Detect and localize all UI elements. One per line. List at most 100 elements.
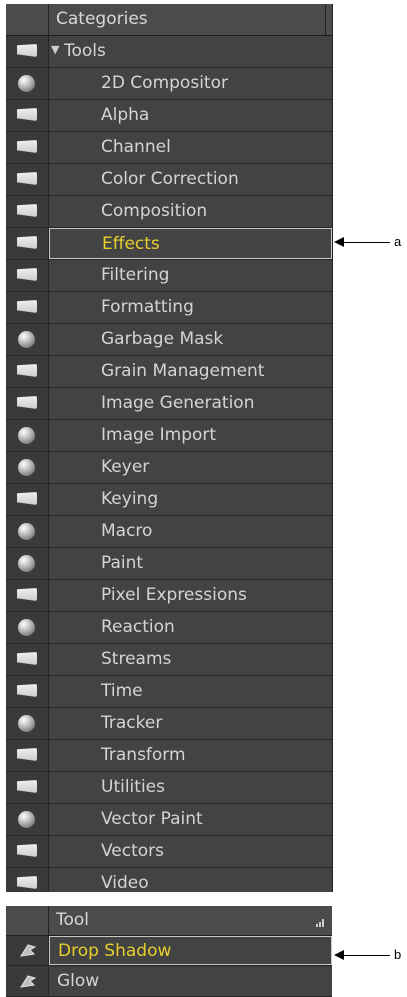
row-label-cell: Vectors [49,836,332,867]
row-icon-cell [6,516,49,547]
row-icon-cell [6,836,49,867]
category-label: Formatting [101,297,194,317]
row-icon-cell [6,868,49,892]
category-item[interactable]: Transform [6,740,332,772]
folder-icon [17,108,37,121]
row-icon-cell [6,164,49,195]
tree-root-tools[interactable]: ▼ Tools [6,36,332,68]
category-item[interactable]: Time [6,676,332,708]
category-item[interactable]: Video [6,868,332,892]
category-label: Alpha [101,105,150,125]
row-label-cell: Drop Shadow [49,936,332,965]
sphere-icon [18,75,35,92]
callout-b-arrowhead [334,950,344,960]
category-item[interactable]: Composition [6,196,332,228]
category-item[interactable]: Macro [6,516,332,548]
category-item[interactable]: Color Correction [6,164,332,196]
folder-icon [17,364,37,377]
category-label: Color Correction [101,169,239,189]
category-item[interactable]: Garbage Mask [6,324,332,356]
row-label-cell: Vector Paint [49,804,332,835]
row-label-cell: Channel [49,132,332,163]
category-item[interactable]: Formatting [6,292,332,324]
category-item[interactable]: Vectors [6,836,332,868]
category-item[interactable]: Streams [6,644,332,676]
row-label-cell: Grain Management [49,356,332,387]
folder-icon [17,492,37,505]
category-label: Garbage Mask [101,329,224,349]
row-label-cell: Macro [49,516,332,547]
category-label: Tracker [101,713,163,733]
sphere-icon [18,715,35,732]
row-label-cell: Keying [49,484,332,515]
folder-icon [17,652,37,665]
category-item[interactable]: Utilities [6,772,332,804]
category-item[interactable]: Keyer [6,452,332,484]
callout-a-label: a [394,234,402,249]
tool-label: Drop Shadow [58,941,172,961]
row-icon-cell [6,100,49,131]
sphere-icon [18,331,35,348]
folder-icon [17,588,37,601]
header-resize-handle[interactable] [325,4,332,35]
category-item[interactable]: Channel [6,132,332,164]
folder-icon [17,236,37,249]
tool-item[interactable]: Glow [6,967,332,997]
folder-icon [17,268,37,281]
category-label: Pixel Expressions [101,585,247,605]
row-label-cell: 2D Compositor [49,68,332,99]
row-label-cell: Effects [49,228,332,259]
sphere-icon [18,811,35,828]
expand-arrow-icon[interactable]: ▼ [51,43,59,56]
folder-icon [17,44,37,57]
row-icon-cell [6,936,49,965]
folder-icon [17,748,37,761]
row-icon-cell [6,484,49,515]
category-label: 2D Compositor [101,73,228,93]
folder-icon [17,140,37,153]
category-item[interactable]: Paint [6,548,332,580]
category-label: Transform [101,745,186,765]
tool-header: Tool [6,906,332,936]
row-icon-cell [6,420,49,451]
sort-icon[interactable] [316,919,324,927]
row-label-cell: Paint [49,548,332,579]
category-label: Channel [101,137,171,157]
category-label: Keyer [101,457,150,477]
row-icon-cell [6,452,49,483]
category-item[interactable]: Filtering [6,260,332,292]
category-item[interactable]: Image Import [6,420,332,452]
category-item[interactable]: Tracker [6,708,332,740]
category-item[interactable]: 2D Compositor [6,68,332,100]
row-label-cell: Image Import [49,420,332,451]
category-item[interactable]: Grain Management [6,356,332,388]
row-icon-cell [6,644,49,675]
row-label-cell: Utilities [49,772,332,803]
folder-icon [17,684,37,697]
folder-icon [17,172,37,185]
category-label: Video [101,873,149,892]
row-icon-cell [6,548,49,579]
category-item[interactable]: Effects [6,228,332,260]
categories-panel: Categories ▼ Tools 2D Compositor Alpha Chann… [6,4,333,892]
category-item[interactable]: Vector Paint [6,804,332,836]
tool-item[interactable]: Drop Shadow [6,936,332,966]
category-label: Composition [101,201,208,221]
category-item[interactable]: Alpha [6,100,332,132]
row-label-cell: Pixel Expressions [49,580,332,611]
tool-title: Tool [56,910,90,930]
row-icon-cell [6,292,49,323]
row-label-cell: Color Correction [49,164,332,195]
category-item[interactable]: Pixel Expressions [6,580,332,612]
row-icon-cell [6,36,49,67]
category-item[interactable]: Reaction [6,612,332,644]
category-label: Vector Paint [101,809,203,829]
category-item[interactable]: Keying [6,484,332,516]
tool-icon [19,944,37,957]
sphere-icon [18,555,35,572]
category-item[interactable]: Image Generation [6,388,332,420]
tool-panel: Tool Drop Shadow Glow [6,906,332,997]
row-label-cell: Composition [49,196,332,227]
row-icon-cell [6,708,49,739]
tool-icon [19,975,37,988]
